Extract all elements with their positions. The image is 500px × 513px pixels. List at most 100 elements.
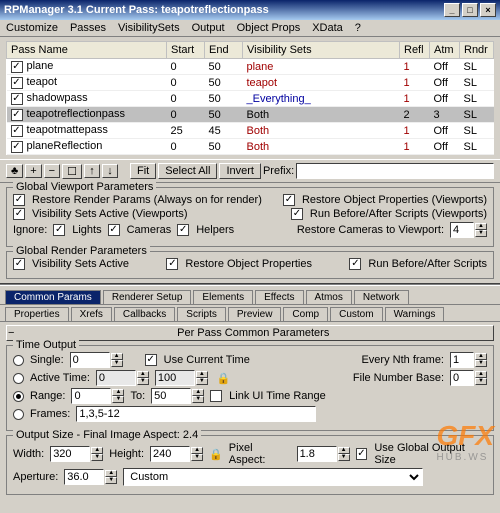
maximize-button[interactable]: □: [462, 3, 478, 17]
tab-elements[interactable]: Elements: [193, 290, 253, 304]
grp-title: Global Render Parameters: [13, 245, 150, 257]
aperture-label: Aperture:: [13, 471, 58, 483]
height-label: Height:: [109, 448, 144, 460]
gvp-vis-active[interactable]: ✓Visibility Sets Active (Viewports): [13, 208, 187, 220]
col-start[interactable]: Start: [167, 42, 205, 59]
tab-xrefs[interactable]: Xrefs: [71, 307, 112, 321]
pass-table[interactable]: Pass Name Start End Visibility Sets Refl…: [6, 41, 494, 155]
gvp-restorecam-spinner[interactable]: ▲▼: [450, 222, 487, 238]
col-rndr[interactable]: Rndr: [460, 42, 494, 59]
menu-xdata[interactable]: XData: [312, 22, 343, 34]
prefix-input[interactable]: [296, 163, 494, 179]
tab-renderer-setup[interactable]: Renderer Setup: [103, 290, 192, 304]
toolbar-btn-down[interactable]: ↓: [102, 164, 118, 178]
col-refl[interactable]: Refl: [400, 42, 430, 59]
use-global-output[interactable]: ✓Use Global Output Size: [356, 442, 487, 466]
preset-select[interactable]: Custom: [123, 468, 423, 486]
section-header[interactable]: −Per Pass Common Parameters: [6, 325, 494, 341]
tab-properties[interactable]: Properties: [5, 307, 69, 321]
use-current-time[interactable]: ✓Use Current Time: [145, 354, 250, 366]
gvp-cameras[interactable]: ✓Cameras: [108, 224, 172, 236]
menu-help[interactable]: ?: [355, 22, 361, 34]
active-to[interactable]: [155, 370, 195, 386]
radio-range[interactable]: [13, 391, 24, 402]
tab-custom[interactable]: Custom: [330, 307, 382, 321]
tab-network[interactable]: Network: [354, 290, 409, 304]
menu-customize[interactable]: Customize: [6, 22, 58, 34]
fit-button[interactable]: Fit: [130, 163, 156, 179]
row-checkbox[interactable]: ✓: [11, 109, 23, 121]
time-output-group: Time Output Single: ▲▼ ✓Use Current Time…: [6, 345, 494, 431]
frames-input[interactable]: [76, 406, 316, 422]
tab-preview[interactable]: Preview: [228, 307, 282, 321]
tab-comp[interactable]: Comp: [283, 307, 328, 321]
lock-icon[interactable]: 🔒: [214, 372, 234, 385]
row-checkbox[interactable]: ✓: [11, 141, 23, 153]
col-vis[interactable]: Visibility Sets: [243, 42, 400, 59]
single-frame-input[interactable]: [70, 352, 110, 368]
radio-single[interactable]: [13, 355, 24, 366]
minimize-button[interactable]: _: [444, 3, 460, 17]
menu-output[interactable]: Output: [192, 22, 225, 34]
tabs-row2: Properties Xrefs Callbacks Scripts Previ…: [0, 305, 500, 322]
menu-visibilitysets[interactable]: VisibilitySets: [118, 22, 180, 34]
pass-toolbar: ♣ + − ☐ ↑ ↓ Fit Select All Invert Prefix…: [0, 159, 500, 183]
tab-scripts[interactable]: Scripts: [177, 307, 226, 321]
tab-common-params[interactable]: Common Params: [5, 290, 101, 304]
col-end[interactable]: End: [205, 42, 243, 59]
radio-active[interactable]: [13, 373, 24, 384]
grp-vis-active[interactable]: ✓Visibility Sets Active: [13, 258, 129, 270]
output-size-group: Output Size - Final Image Aspect: 2.4 Wi…: [6, 435, 494, 495]
pixel-input[interactable]: [297, 446, 337, 462]
menu-passes[interactable]: Passes: [70, 22, 106, 34]
grp-run-scripts[interactable]: ✓Run Before/After Scripts: [349, 258, 487, 270]
lock-icon-2[interactable]: 🔒: [209, 448, 223, 461]
title-bar: RPManager 3.1 Current Pass: teapotreflec…: [0, 0, 500, 20]
table-row[interactable]: ✓planeReflection050Both1OffSL: [7, 139, 494, 155]
table-row[interactable]: ✓teapotmattepass2545Both1OffSL: [7, 123, 494, 139]
table-row[interactable]: ✓shadowpass050_Everything_1OffSL: [7, 91, 494, 107]
link-ui-time[interactable]: Link UI Time Range: [210, 390, 326, 402]
table-row[interactable]: ✓plane050plane1OffSL: [7, 59, 494, 75]
table-row[interactable]: ✓teapotreflectionpass050Both23SL: [7, 107, 494, 123]
everynth-input[interactable]: [450, 352, 474, 368]
toolbar-btn-0[interactable]: ♣: [6, 164, 23, 178]
row-checkbox[interactable]: ✓: [11, 93, 23, 105]
gvp-restore-render[interactable]: ✓Restore Render Params (Always on for re…: [13, 194, 262, 206]
aperture-input[interactable]: [64, 469, 104, 485]
toolbar-btn-3[interactable]: ☐: [62, 164, 82, 179]
gvp-lights[interactable]: ✓Lights: [53, 224, 101, 236]
gvp-restore-obj[interactable]: ✓Restore Object Properties (Viewports): [283, 194, 487, 206]
row-checkbox[interactable]: ✓: [11, 125, 23, 137]
tab-atmos[interactable]: Atmos: [306, 290, 352, 304]
row-checkbox[interactable]: ✓: [11, 77, 23, 89]
tab-warnings[interactable]: Warnings: [385, 307, 445, 321]
menu-objectprops[interactable]: Object Props: [237, 22, 301, 34]
outsize-title: Output Size - Final Image Aspect: 2.4: [13, 429, 201, 441]
close-button[interactable]: ×: [480, 3, 496, 17]
col-passname[interactable]: Pass Name: [7, 42, 167, 59]
range-from[interactable]: [71, 388, 111, 404]
gvp-run-scripts[interactable]: ✓Run Before/After Scripts (Viewports): [291, 208, 487, 220]
width-input[interactable]: [50, 446, 90, 462]
filenum-input[interactable]: [450, 370, 474, 386]
tab-callbacks[interactable]: Callbacks: [114, 307, 175, 321]
toolbar-btn-up[interactable]: ↑: [84, 164, 100, 178]
window-title: RPManager 3.1 Current Pass: teapotreflec…: [4, 4, 442, 16]
gvp-helpers[interactable]: ✓Helpers: [177, 224, 234, 236]
col-atm[interactable]: Atm: [430, 42, 460, 59]
tab-effects[interactable]: Effects: [255, 290, 303, 304]
splitter[interactable]: [0, 283, 500, 286]
active-from[interactable]: [96, 370, 136, 386]
table-row[interactable]: ✓teapot050teapot1OffSL: [7, 75, 494, 91]
grp-restore-obj[interactable]: ✓Restore Object Properties: [166, 258, 312, 270]
pass-table-panel: Pass Name Start End Visibility Sets Refl…: [0, 37, 500, 159]
height-input[interactable]: [150, 446, 190, 462]
toolbar-btn-remove[interactable]: −: [44, 164, 60, 178]
selectall-button[interactable]: Select All: [158, 163, 217, 179]
radio-frames[interactable]: [13, 409, 24, 420]
row-checkbox[interactable]: ✓: [11, 61, 23, 73]
toolbar-btn-add[interactable]: +: [25, 164, 41, 178]
invert-button[interactable]: Invert: [219, 163, 261, 179]
range-to[interactable]: [151, 388, 191, 404]
